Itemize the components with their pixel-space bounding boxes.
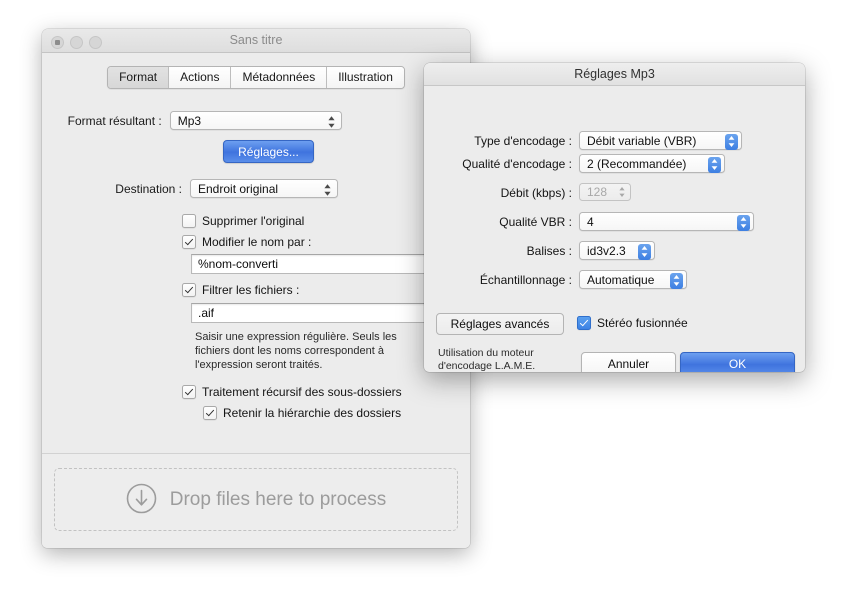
chevron-updown-icon — [737, 214, 750, 231]
tags-select[interactable]: id3v2.3 — [579, 241, 655, 260]
ok-button[interactable]: OK — [680, 352, 795, 372]
encoding-quality-value: 2 (Recommandée) — [587, 156, 687, 171]
filter-help-text: Saisir une expression régulière. Seuls l… — [195, 331, 397, 371]
encoder-engine-note: Utilisation du moteur d'encodage L.A.M.E… — [438, 347, 536, 372]
tab-illustration[interactable]: Illustration — [327, 66, 404, 88]
checkbox-box — [182, 283, 196, 297]
destination-select-value: Endroit original — [198, 181, 279, 196]
chevron-updown-icon — [325, 114, 338, 130]
mp3-dialog-title: Réglages Mp3 — [574, 67, 655, 81]
chevron-updown-icon — [321, 182, 334, 198]
tags-value: id3v2.3 — [587, 243, 626, 258]
checkbox-joint-stereo-label: Stéréo fusionnée — [597, 316, 688, 330]
checkbox-keep-hierarchy[interactable]: Retenir la hiérarchie des dossiers — [203, 406, 401, 420]
vbr-quality-select[interactable]: 4 — [579, 212, 754, 231]
tab-actions[interactable]: Actions — [169, 66, 232, 88]
vbr-quality-label: Qualité VBR : — [499, 215, 572, 229]
encoding-quality-select[interactable]: 2 (Recommandée) — [579, 154, 725, 173]
tab-metadonnees[interactable]: Métadonnées — [231, 66, 328, 88]
checkbox-recursive-label: Traitement récursif des sous-dossiers — [202, 385, 402, 399]
destination-label: Destination : — [115, 181, 182, 196]
encoding-type-label: Type d'encodage : — [474, 134, 572, 148]
format-select-value: Mp3 — [177, 113, 202, 128]
ok-button-label: OK — [728, 357, 747, 371]
encoding-type-select[interactable]: Débit variable (VBR) — [579, 131, 742, 150]
chevron-updown-icon — [638, 243, 651, 260]
checkbox-keep-hierarchy-label: Retenir la hiérarchie des dossiers — [223, 406, 402, 420]
main-window: Sans titre Format Actions Métadonnées Il… — [42, 29, 470, 548]
destination-select[interactable]: Endroit original — [190, 179, 338, 198]
sample-rate-value: Automatique — [587, 272, 655, 287]
chevron-updown-icon — [725, 133, 738, 150]
dropzone-label: Drop files here to process — [169, 488, 387, 510]
checkbox-delete-original-label: Supprimer l'original — [202, 214, 305, 228]
sample-rate-select[interactable]: Automatique — [579, 270, 687, 289]
chevron-updown-icon — [708, 156, 721, 173]
destination-row: Destination : Endroit original — [42, 179, 342, 198]
bitrate-value: 128 — [587, 185, 608, 199]
vbr-quality-value: 4 — [587, 214, 594, 229]
checkbox-filter[interactable]: Filtrer les fichiers : — [182, 283, 299, 297]
tab-bar: Format Actions Métadonnées Illustration — [42, 53, 470, 97]
checkbox-box — [182, 214, 196, 228]
checkbox-rename-label: Modifier le nom par : — [202, 235, 312, 249]
chevron-updown-icon — [618, 185, 626, 199]
mp3-settings-dialog: Réglages Mp3 Type d'encodage : Débit var… — [424, 63, 805, 372]
checkbox-box — [577, 316, 591, 330]
tags-label: Balises : — [526, 244, 572, 258]
sample-rate-label: Échantillonnage : — [479, 273, 572, 287]
checkbox-box — [182, 235, 196, 249]
checkbox-filter-label: Filtrer les fichiers : — [202, 283, 300, 297]
bitrate-stepper: 128 — [579, 183, 631, 201]
format-label: Format résultant : — [67, 113, 162, 128]
settings-button[interactable]: Réglages... — [223, 140, 314, 163]
format-row: Format résultant : Mp3 — [42, 111, 342, 130]
zoom-button[interactable] — [89, 36, 102, 49]
main-window-titlebar[interactable]: Sans titre — [42, 29, 470, 53]
format-pane: Format résultant : Mp3 Réglages... Desti… — [42, 97, 470, 459]
advanced-settings-button[interactable]: Réglages avancés — [436, 313, 564, 335]
dropzone-area: Drop files here to process — [42, 453, 470, 548]
encoding-type-value: Débit variable (VBR) — [587, 133, 697, 148]
bitrate-label: Débit (kbps) : — [500, 186, 572, 200]
minimize-button[interactable] — [70, 36, 83, 49]
settings-button-label: Réglages... — [238, 144, 299, 159]
checkbox-recursive[interactable]: Traitement récursif des sous-dossiers — [182, 385, 402, 399]
mp3-dialog-titlebar[interactable]: Réglages Mp3 — [424, 63, 805, 86]
filter-pattern-value: .aif — [198, 306, 215, 320]
encoding-quality-label: Qualité d'encodage : — [462, 157, 572, 171]
format-select[interactable]: Mp3 — [169, 111, 342, 130]
checkbox-box — [182, 385, 196, 399]
chevron-updown-icon — [670, 272, 683, 289]
checkbox-joint-stereo[interactable]: Stéréo fusionnée — [577, 316, 688, 330]
cancel-button-label: Annuler — [607, 357, 650, 371]
mp3-dialog-body: Type d'encodage : Débit variable (VBR) Q… — [424, 86, 805, 372]
checkbox-rename[interactable]: Modifier le nom par : — [182, 235, 311, 249]
checkbox-delete-original[interactable]: Supprimer l'original — [182, 214, 304, 228]
rename-pattern-value: %nom-converti — [198, 257, 279, 271]
advanced-settings-label: Réglages avancés — [450, 317, 550, 331]
file-dropzone[interactable]: Drop files here to process — [54, 468, 458, 531]
download-arrow-icon — [126, 483, 157, 517]
close-button[interactable] — [51, 36, 64, 49]
tab-format[interactable]: Format — [108, 66, 170, 88]
main-window-title: Sans titre — [229, 33, 283, 47]
checkbox-box — [203, 406, 217, 420]
cancel-button[interactable]: Annuler — [581, 352, 676, 372]
